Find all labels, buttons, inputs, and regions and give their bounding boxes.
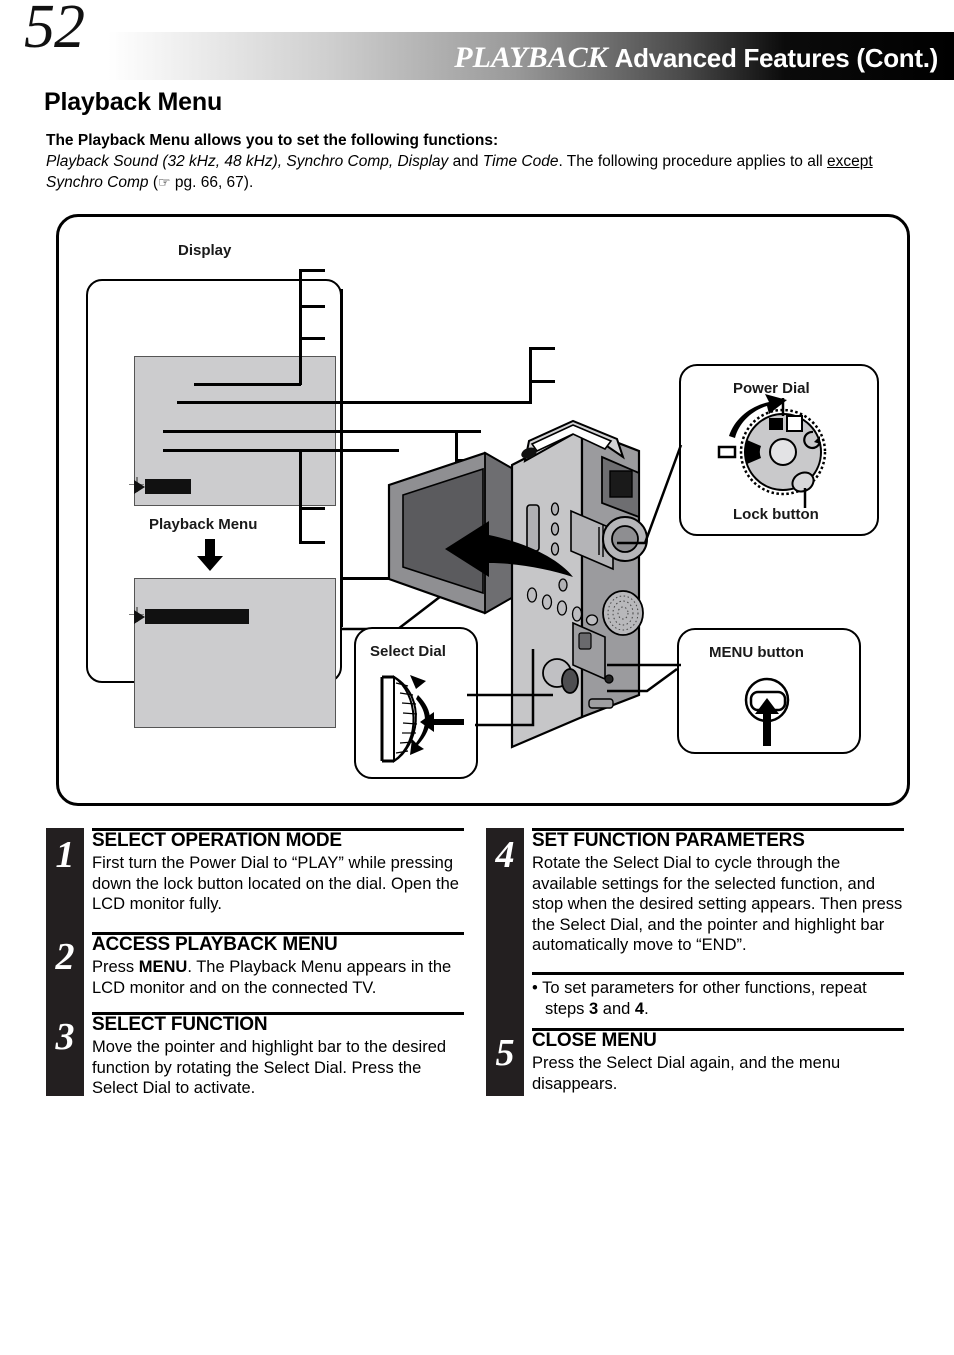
leader-bracket-d-vert (299, 449, 302, 543)
step-body-3: SELECT FUNCTION Move the pointer and hig… (92, 1014, 466, 1099)
leader-bracket-a1 (299, 269, 325, 272)
step-text-2-menu-keyword: MENU (138, 958, 188, 976)
leader-menu-button (607, 663, 681, 693)
intro-paren: ( (148, 174, 158, 191)
page-header-band: PLAYBACK Advanced Features (Cont.) (0, 32, 954, 80)
display-panel: Playback Menu (86, 279, 342, 728)
lcd-screen-menu-bottom (134, 578, 336, 728)
power-dial-graphic (717, 394, 827, 508)
header-title-subtitle: Advanced Features (Cont.) (614, 43, 939, 73)
leader-bracket-a2 (299, 305, 325, 308)
leader-bracket-d2 (299, 541, 325, 544)
step-heading-5: CLOSE MENU (532, 1030, 657, 1051)
step-number-1: 1 (55, 834, 75, 876)
pointing-hand-icon: ☞ (157, 175, 171, 191)
step-number-2: 2 (55, 936, 75, 978)
bullet-step-3: 3 (589, 999, 599, 1018)
leader-bracket-a-vert (299, 269, 302, 385)
menu-highlight-bar-top (145, 479, 191, 494)
down-arrow-icon (197, 539, 223, 571)
step-number-3: 3 (55, 1016, 75, 1058)
page-number: 52 (24, 0, 85, 61)
step-number-5: 5 (495, 1032, 515, 1074)
select-dial-graphic (380, 675, 464, 763)
bullet-step-4: 4 (634, 999, 645, 1018)
step-heading-2: ACCESS PLAYBACK MENU (92, 934, 338, 955)
intro-synchro-comp: Synchro Comp (46, 174, 149, 191)
leader-line-a-stem (194, 383, 301, 386)
step-text-3: Move the pointer and highlight bar to th… (92, 1038, 447, 1097)
step-text-2: Press MENU. The Playback Menu appears in… (92, 957, 466, 998)
bullet-pre: • To set parameters for other functions,… (532, 979, 867, 1018)
menu-highlight-bar-bottom (145, 609, 249, 624)
leader-bracket-d1 (299, 507, 325, 510)
intro-timecode: Time Code (482, 153, 559, 170)
step-text-4: Rotate the Select Dial to cycle through … (532, 854, 903, 954)
leader-line-b-stem (177, 401, 532, 404)
leader-bracket-a3 (299, 337, 325, 340)
menu-pointer-bottom (134, 610, 145, 624)
header-title: PLAYBACK Advanced Features (Cont.) (454, 41, 938, 75)
step-heading-1: SELECT OPERATION MODE (92, 830, 342, 851)
menu-pointer-top (134, 480, 145, 494)
illustration-frame: Display Playback Menu Power Dial Lock bu… (56, 214, 910, 806)
menu-button-callout-panel: MENU button (677, 628, 861, 754)
intro-and: and (448, 153, 483, 170)
intro-continued: . The following procedure applies to all (558, 153, 828, 170)
power-dial-callout-panel: Power Dial Lock button (679, 364, 879, 536)
leader-select-dial (467, 649, 553, 727)
menu-button-label: MENU button (709, 644, 804, 661)
bullet-post: . (644, 999, 649, 1018)
intro-paragraph: The Playback Menu allows you to set the … (46, 130, 922, 194)
bullet-note-text: • To set parameters for other functions,… (532, 978, 906, 1019)
step-body-4: SET FUNCTION PARAMETERS Rotate the Selec… (532, 830, 906, 956)
intro-pagerefs: pg. 66, 67). (170, 174, 254, 191)
bullet-note: • To set parameters for other functions,… (532, 978, 906, 1019)
step-body-5: CLOSE MENU Press the Select Dial again, … (532, 1030, 906, 1094)
select-dial-callout-panel: Select Dial (354, 627, 478, 779)
leader-line-d-stem (163, 449, 399, 452)
intro-except: except (827, 153, 873, 170)
leader-bracket-b-vert (529, 347, 532, 404)
step-number-4: 4 (495, 834, 515, 876)
intro-lead: The Playback Menu allows you to set the … (46, 132, 499, 149)
bullet-mid: and (598, 999, 635, 1018)
intro-functions: Playback Sound (32 kHz, 48 kHz), Synchro… (46, 153, 449, 170)
header-title-playback: PLAYBACK (454, 41, 608, 74)
step-body-2: ACCESS PLAYBACK MENU Press MENU. The Pla… (92, 934, 466, 998)
playback-menu-caption: Playback Menu (149, 516, 258, 533)
display-label: Display (178, 242, 232, 259)
leader-bracket-b2 (529, 380, 555, 383)
menu-button-graphic (744, 677, 790, 746)
step-body-1: SELECT OPERATION MODE First turn the Pow… (92, 830, 466, 915)
step-rule-bullet (532, 972, 904, 975)
step-text-5: Press the Select Dial again, and the men… (532, 1054, 841, 1093)
step-text-1: First turn the Power Dial to “PLAY” whil… (92, 854, 459, 913)
leader-bracket-b1 (529, 347, 555, 350)
step-text-2-pre: Press (92, 958, 139, 976)
page-title: Playback Menu (44, 88, 223, 116)
select-dial-label: Select Dial (370, 643, 446, 660)
step-heading-4: SET FUNCTION PARAMETERS (532, 830, 805, 851)
leader-power-dial (617, 444, 683, 545)
step-heading-3: SELECT FUNCTION (92, 1014, 268, 1035)
